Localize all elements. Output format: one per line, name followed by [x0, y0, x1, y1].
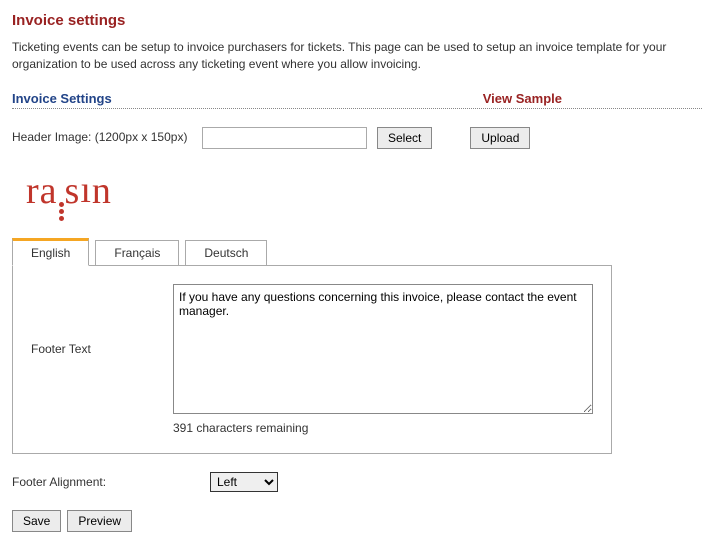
footer-alignment-select[interactable]: Left [210, 472, 278, 492]
select-button[interactable]: Select [377, 127, 432, 149]
section-bar: Invoice Settings View Sample [12, 91, 702, 109]
footer-alignment-row: Footer Alignment: Left [12, 472, 702, 492]
preview-button[interactable]: Preview [67, 510, 132, 532]
upload-button[interactable]: Upload [470, 127, 530, 149]
char-remaining: 391 characters remaining [173, 421, 593, 435]
tab-list: English Français Deutsch [12, 238, 702, 266]
logo: rasın [26, 169, 702, 218]
header-image-row: Header Image: (1200px x 150px) Select Up… [12, 127, 702, 149]
button-row: Save Preview [12, 510, 702, 532]
header-image-label: Header Image: (1200px x 150px) [12, 130, 192, 146]
tab-english[interactable]: English [12, 238, 89, 266]
tab-deutsch[interactable]: Deutsch [185, 240, 267, 266]
header-image-input[interactable] [202, 127, 367, 149]
logo-text: rasın [26, 170, 112, 212]
tab-francais[interactable]: Français [95, 240, 179, 266]
intro-text: Ticketing events can be setup to invoice… [12, 39, 702, 73]
view-sample-link[interactable]: View Sample [483, 91, 562, 106]
footer-text-input[interactable] [173, 284, 593, 414]
page-title: Invoice settings [12, 12, 702, 29]
save-button[interactable]: Save [12, 510, 61, 532]
footer-alignment-label: Footer Alignment: [12, 475, 210, 489]
footer-text-label: Footer Text [31, 284, 155, 356]
section-label: Invoice Settings [12, 91, 112, 106]
tab-panel: Footer Text 391 characters remaining [12, 265, 612, 454]
